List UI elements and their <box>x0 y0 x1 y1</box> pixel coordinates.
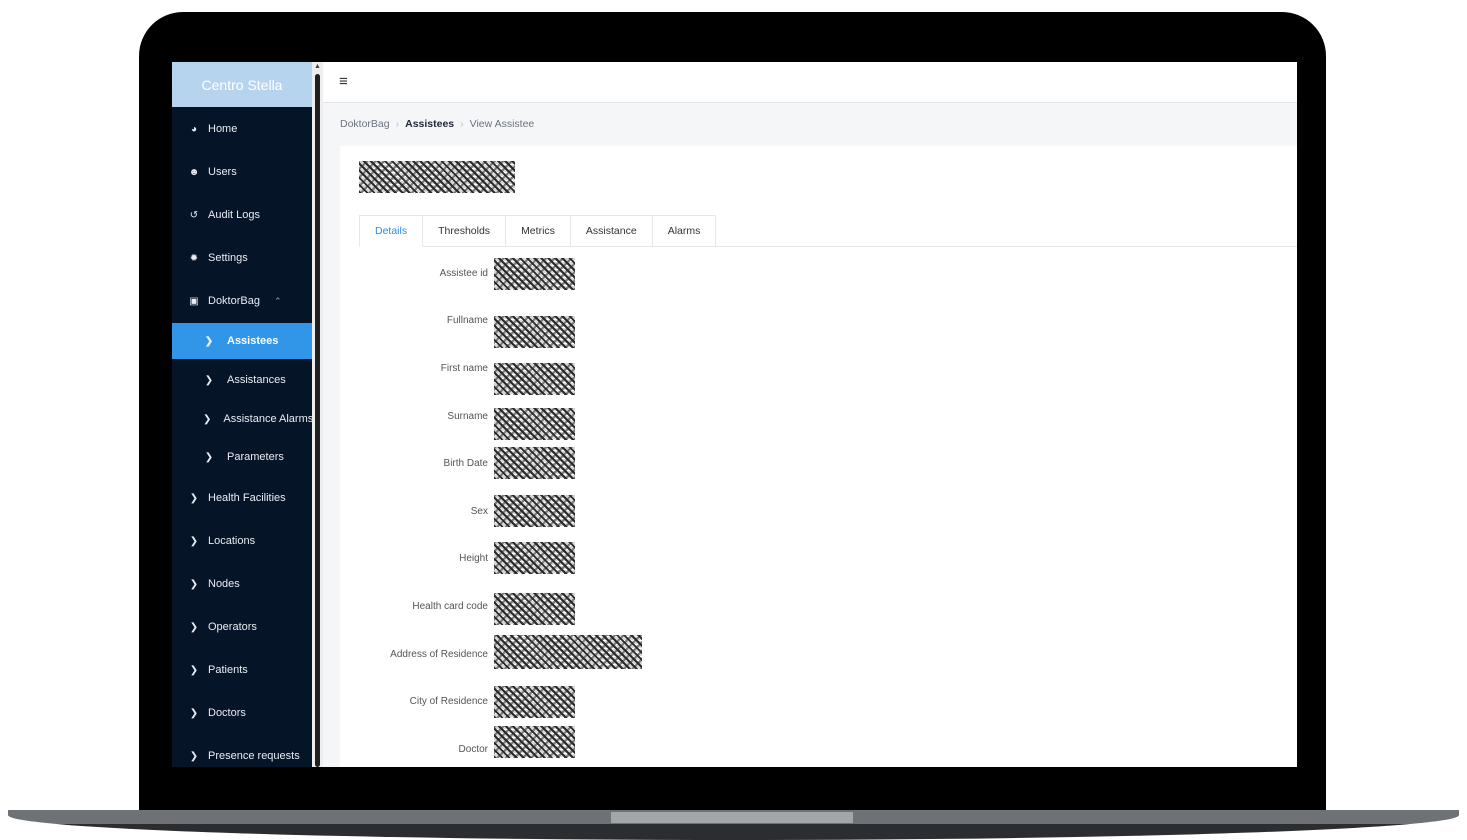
sidebar-item-locations[interactable]: ❯ Locations <box>172 523 312 559</box>
breadcrumb-root[interactable]: DoktorBag <box>340 118 390 130</box>
breadcrumb-page: View Assistee <box>469 118 535 130</box>
chevron-right-icon: › <box>460 118 464 130</box>
breadcrumb-section[interactable]: Assistees <box>405 118 454 130</box>
sidebar-item-label: Operators <box>208 621 257 633</box>
field-label-surname: Surname <box>447 411 488 422</box>
field-label-city-of-residence: City of Residence <box>409 696 488 707</box>
sidebar-item-patients[interactable]: ❯ Patients <box>172 652 312 688</box>
laptop-notch <box>611 812 853 823</box>
chevron-right-icon: ❯ <box>189 578 199 590</box>
chevron-right-icon: › <box>395 118 400 130</box>
field-label-fullname: Fullname <box>446 315 488 326</box>
field-label-doctor: Doctor <box>458 744 488 755</box>
gear-icon: ✹ <box>189 252 199 264</box>
sidebar-item-users[interactable]: ☻ Users <box>172 154 312 190</box>
sidebar-item-label: Settings <box>208 252 248 264</box>
sidebar-item-label: DoktorBag <box>208 295 260 307</box>
history-icon: ↺ <box>189 209 199 221</box>
sidebar-item-label: Locations <box>208 535 256 547</box>
tab-metrics[interactable]: Metrics <box>505 215 571 246</box>
sidebar-item-settings[interactable]: ✹ Settings <box>172 240 312 276</box>
chevron-right-icon: ❯ <box>204 374 214 386</box>
tab-thresholds[interactable]: Thresholds <box>422 215 507 246</box>
chevron-right-icon: ❯ <box>203 413 212 425</box>
breadcrumb: DoktorBag › Assistees › View Assistee <box>340 118 534 130</box>
redacted-value <box>494 726 575 758</box>
field-label-sex: Sex <box>470 506 488 517</box>
chevron-up-icon: ⌃ <box>273 295 282 306</box>
top-bar: ≡ <box>323 62 1297 103</box>
field-label-height: Height <box>459 553 488 564</box>
user-add-icon: ☻ <box>188 166 200 178</box>
medical-bag-icon: ▣ <box>189 295 199 307</box>
app-screen: Centro Stella ◕ Home ☻ Users ↺ Audit Log… <box>172 62 1297 767</box>
tab-bar: Details Thresholds Metrics Assistance Al… <box>359 215 1297 247</box>
hamburger-icon[interactable]: ≡ <box>339 73 348 91</box>
redacted-value <box>494 635 642 669</box>
redacted-value <box>494 316 575 348</box>
sidebar-item-label: Presence requests <box>208 750 300 762</box>
sidebar-item-label: Assistees <box>227 335 279 347</box>
redacted-value <box>494 447 575 479</box>
field-label-address-of-residence: Address of Residence <box>390 649 488 660</box>
sidebar-item-label: Assistances <box>227 374 286 386</box>
chevron-right-icon: ❯ <box>189 535 199 547</box>
sidebar-item-presence-requests[interactable]: ❯ Presence requests <box>172 738 312 767</box>
redacted-value <box>494 593 575 625</box>
redacted-value <box>494 363 575 395</box>
sidebar-item-label: Home <box>208 123 238 135</box>
chevron-right-icon: ❯ <box>204 335 214 347</box>
assistee-card: Details Thresholds Metrics Assistance Al… <box>340 146 1297 767</box>
dashboard-icon: ◕ <box>190 123 198 135</box>
tab-assistance[interactable]: Assistance <box>569 215 653 246</box>
field-label-birth-date: Birth Date <box>443 458 488 469</box>
chevron-right-icon: ❯ <box>189 750 199 762</box>
sidebar-item-parameters[interactable]: ❯ Parameters <box>172 439 312 475</box>
sidebar-item-label: Audit Logs <box>208 209 260 221</box>
sidebar-item-operators[interactable]: ❯ Operators <box>172 609 312 645</box>
sidebar-item-label: Doctors <box>208 707 246 719</box>
chevron-right-icon: ❯ <box>189 621 199 633</box>
chevron-right-icon: ❯ <box>189 492 199 504</box>
sidebar: Centro Stella ◕ Home ☻ Users ↺ Audit Log… <box>172 62 312 767</box>
sidebar-item-audit-logs[interactable]: ↺ Audit Logs <box>172 197 312 233</box>
redacted-value <box>494 408 575 440</box>
sidebar-item-doktorbag[interactable]: ▣ DoktorBag ⌃ <box>172 283 312 319</box>
chevron-right-icon: ❯ <box>189 664 199 676</box>
sidebar-item-label: Health Facilities <box>208 492 286 504</box>
brand-logo[interactable]: Centro Stella <box>172 62 312 107</box>
chevron-right-icon: ❯ <box>189 707 199 719</box>
sidebar-item-nodes[interactable]: ❯ Nodes <box>172 566 312 602</box>
redacted-value <box>494 542 575 574</box>
tab-details[interactable]: Details <box>359 215 424 247</box>
tab-alarms[interactable]: Alarms <box>651 215 717 246</box>
field-label-first-name: First name <box>440 363 488 374</box>
main-content: ≡ DoktorBag › Assistees › View Assistee … <box>323 62 1297 767</box>
sidebar-item-assistances[interactable]: ❯ Assistances <box>172 362 312 398</box>
redacted-value <box>494 258 575 290</box>
sidebar-item-home[interactable]: ◕ Home <box>172 111 312 147</box>
sidebar-item-doctors[interactable]: ❯ Doctors <box>172 695 312 731</box>
sidebar-scrollbar-thumb[interactable] <box>315 74 320 767</box>
scroll-up-arrow-icon[interactable]: ▲ <box>313 63 322 71</box>
sidebar-item-label: Nodes <box>208 578 240 590</box>
redacted-title <box>359 161 515 193</box>
sidebar-item-label: Patients <box>208 664 248 676</box>
sidebar-item-assistance-alarms[interactable]: ❯ Assistance Alarms <box>172 401 312 437</box>
sidebar-item-label: Parameters <box>227 451 284 463</box>
redacted-value <box>494 495 575 527</box>
sidebar-item-label: Users <box>208 166 237 178</box>
field-label-assistee-id: Assistee id <box>439 268 488 279</box>
chevron-right-icon: ❯ <box>204 451 214 463</box>
sidebar-item-label: Assistance Alarms <box>223 413 312 425</box>
sidebar-item-assistees[interactable]: ❯ Assistees <box>172 323 312 359</box>
redacted-value <box>494 686 575 718</box>
sidebar-item-health-facilities[interactable]: ❯ Health Facilities <box>172 480 312 516</box>
field-label-health-card-code: Health card code <box>412 601 488 612</box>
